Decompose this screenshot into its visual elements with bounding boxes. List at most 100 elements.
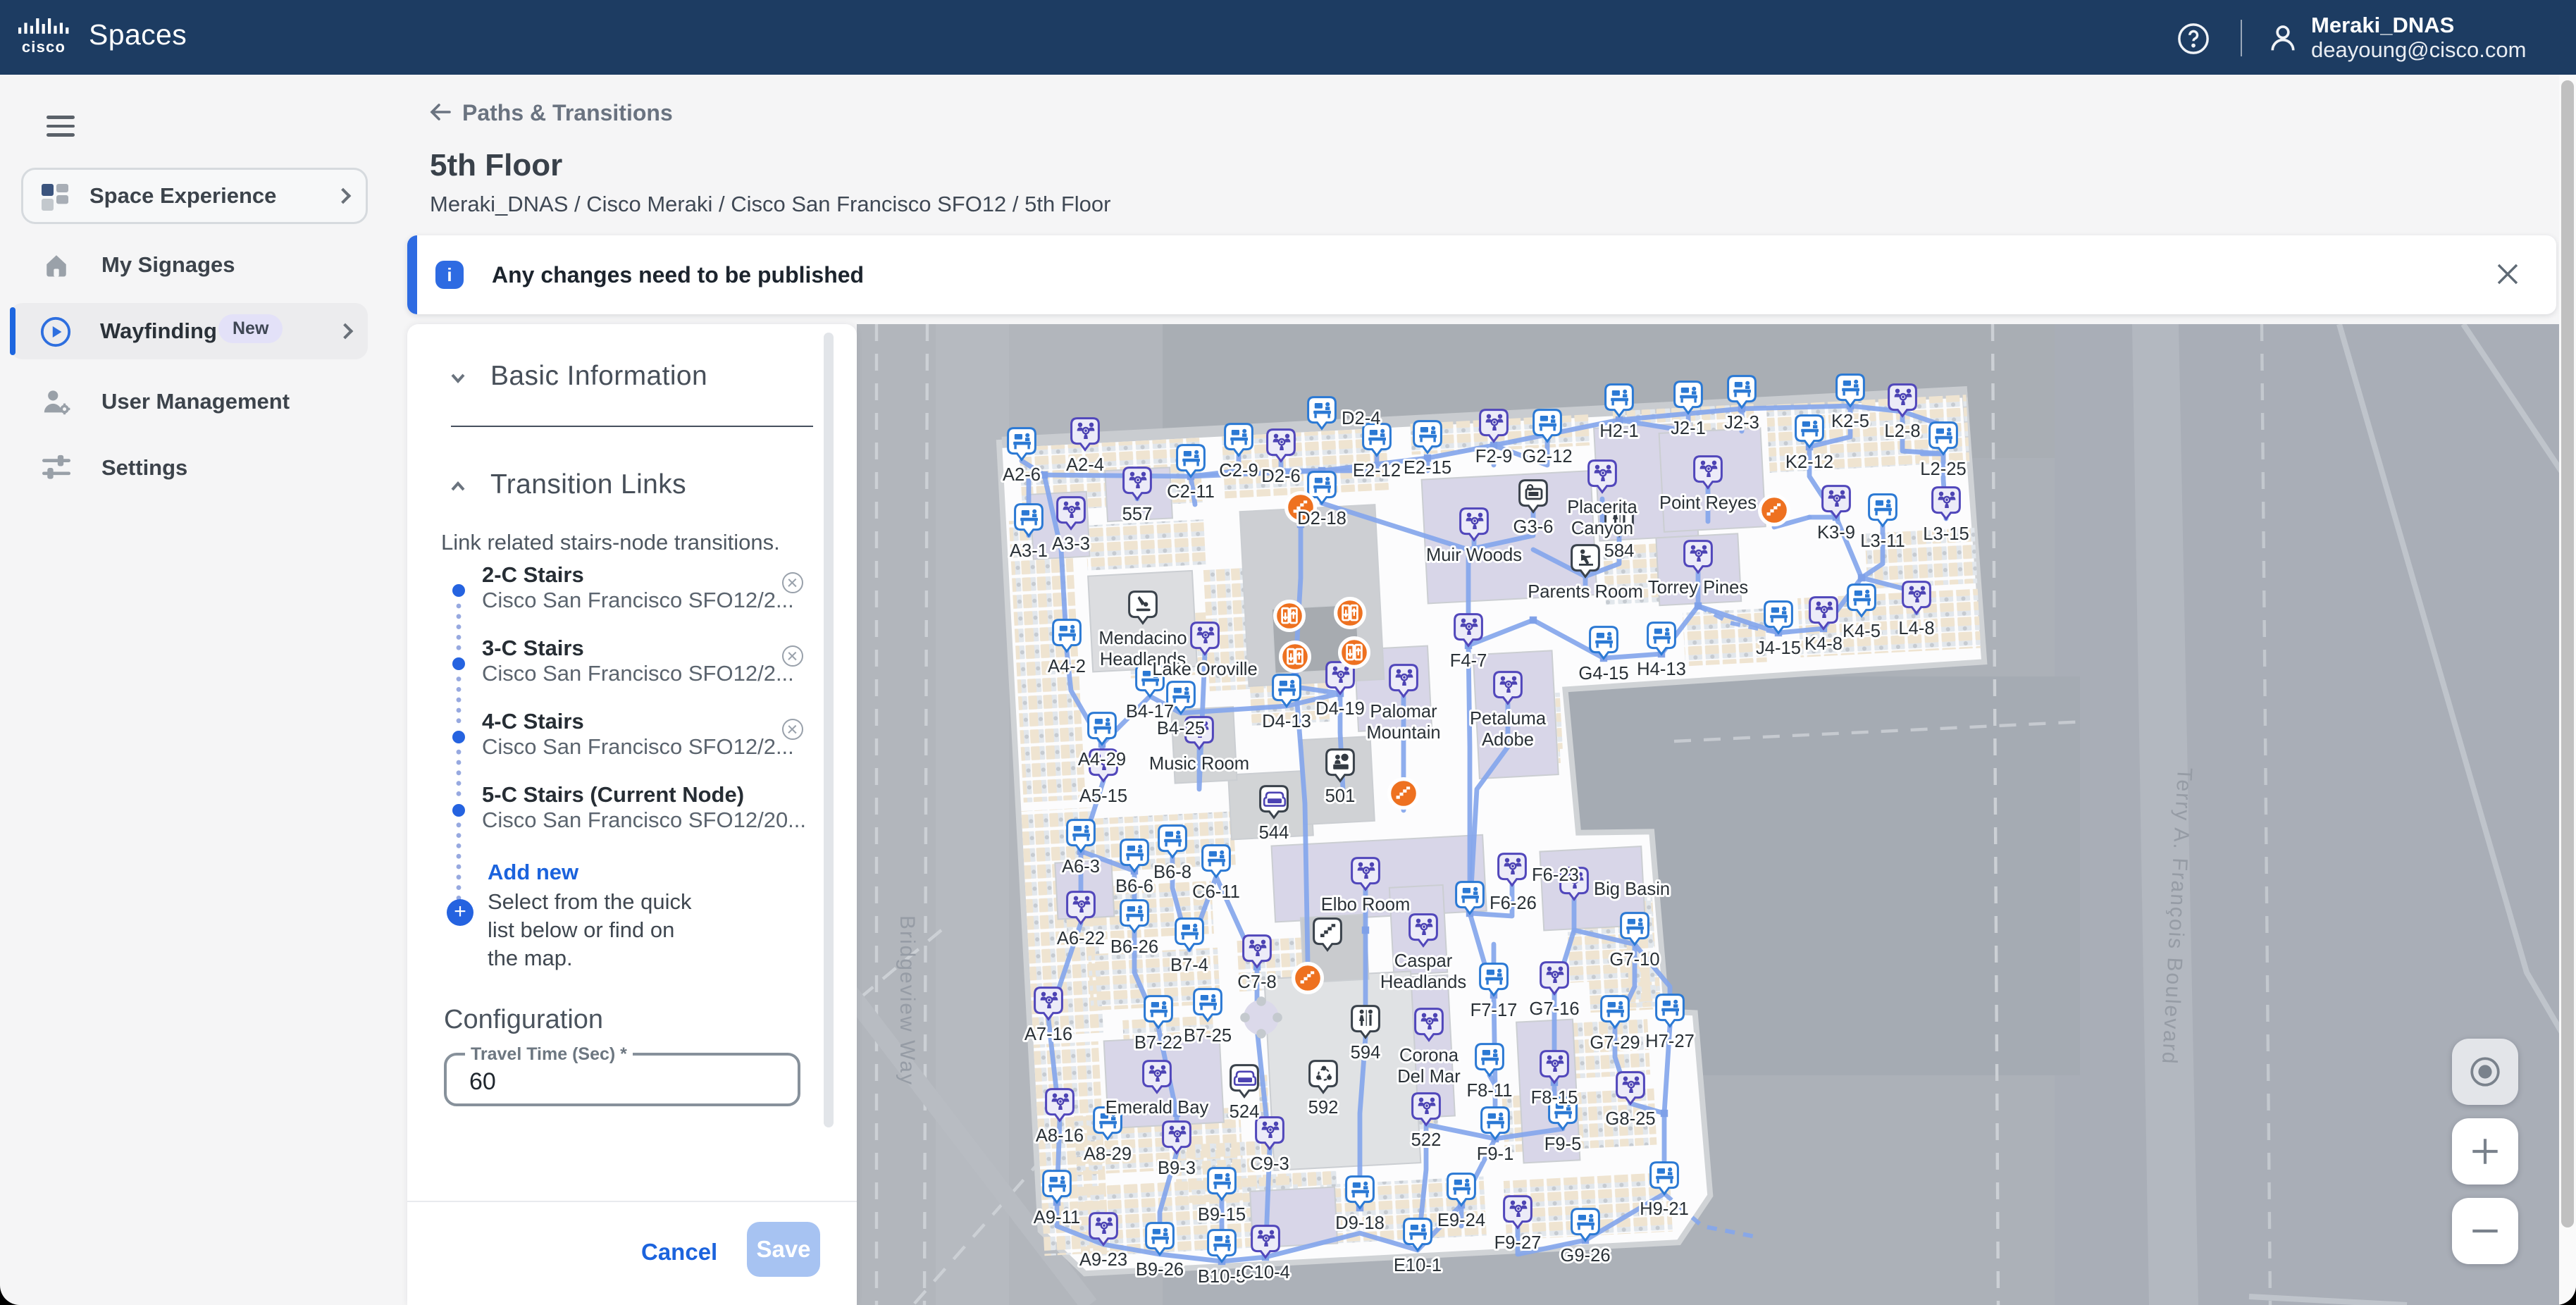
- svg-text:F6-26: F6-26: [1490, 893, 1537, 913]
- svg-text:A4-2: A4-2: [1048, 657, 1086, 676]
- svg-text:584: 584: [1604, 541, 1635, 561]
- svg-text:Big Basin: Big Basin: [1594, 879, 1670, 899]
- svg-text:C9-3: C9-3: [1250, 1154, 1289, 1174]
- svg-text:A8-16: A8-16: [1036, 1126, 1084, 1146]
- svg-text:L3-11: L3-11: [1860, 531, 1905, 551]
- svg-text:592: 592: [1308, 1098, 1339, 1118]
- svg-text:Headlands: Headlands: [1380, 972, 1466, 992]
- svg-text:Adobe: Adobe: [1482, 730, 1534, 750]
- svg-text:Elbo Room: Elbo Room: [1321, 895, 1411, 915]
- svg-text:522: 522: [1411, 1130, 1442, 1150]
- svg-text:B9-26: B9-26: [1136, 1260, 1184, 1280]
- svg-text:Muir Woods: Muir Woods: [1426, 545, 1522, 565]
- svg-text:F7-17: F7-17: [1470, 1001, 1518, 1020]
- svg-text:G7-29: G7-29: [1590, 1033, 1640, 1053]
- svg-text:A2-6: A2-6: [1003, 465, 1041, 485]
- svg-text:D2-6: D2-6: [1261, 466, 1300, 486]
- svg-text:B6-26: B6-26: [1110, 937, 1158, 957]
- svg-text:Music Room: Music Room: [1149, 754, 1249, 774]
- svg-text:G7-16: G7-16: [1529, 999, 1579, 1019]
- svg-text:Bridgeview Way: Bridgeview Way: [896, 915, 919, 1086]
- svg-text:A3-3: A3-3: [1052, 534, 1090, 554]
- svg-text:H2-1: H2-1: [1599, 421, 1638, 441]
- svg-text:Point Reyes: Point Reyes: [1659, 493, 1757, 513]
- svg-text:F8-15: F8-15: [1531, 1088, 1578, 1108]
- svg-text:G4-15: G4-15: [1578, 664, 1628, 684]
- svg-text:Parents Room: Parents Room: [1528, 582, 1643, 602]
- svg-text:C7-8: C7-8: [1237, 972, 1276, 992]
- svg-text:J2-1: J2-1: [1671, 419, 1706, 438]
- svg-text:B9-15: B9-15: [1198, 1205, 1246, 1225]
- svg-text:Mountain: Mountain: [1366, 723, 1440, 743]
- svg-text:Caspar: Caspar: [1394, 951, 1453, 971]
- svg-text:L2-8: L2-8: [1884, 421, 1920, 441]
- svg-text:524: 524: [1230, 1102, 1260, 1122]
- svg-text:G7-10: G7-10: [1609, 950, 1659, 970]
- svg-text:A3-1: A3-1: [1010, 541, 1048, 561]
- svg-text:B6-8: B6-8: [1153, 862, 1191, 882]
- svg-text:B6-6: B6-6: [1115, 877, 1153, 896]
- svg-text:A9-23: A9-23: [1079, 1250, 1127, 1270]
- svg-text:501: 501: [1325, 786, 1356, 806]
- svg-text:A7-16: A7-16: [1024, 1025, 1072, 1044]
- svg-text:D4-13: D4-13: [1262, 712, 1311, 731]
- svg-text:B4-25: B4-25: [1157, 719, 1205, 738]
- svg-text:A6-22: A6-22: [1057, 929, 1105, 948]
- svg-text:A6-3: A6-3: [1062, 857, 1100, 877]
- svg-text:Palomar: Palomar: [1370, 702, 1437, 722]
- svg-text:H9-21: H9-21: [1640, 1199, 1689, 1219]
- svg-text:544: 544: [1259, 823, 1289, 843]
- svg-text:594: 594: [1351, 1043, 1381, 1063]
- svg-text:C2-11: C2-11: [1167, 482, 1215, 502]
- svg-text:Lake Oroville: Lake Oroville: [1152, 660, 1257, 679]
- svg-text:D2-4: D2-4: [1342, 409, 1380, 428]
- svg-text:Emerald Bay: Emerald Bay: [1106, 1098, 1209, 1118]
- svg-text:K3-9: K3-9: [1817, 523, 1855, 543]
- svg-text:C10-4: C10-4: [1241, 1263, 1290, 1282]
- svg-text:L2-25: L2-25: [1920, 459, 1966, 479]
- svg-text:Placerita: Placerita: [1567, 497, 1637, 517]
- svg-text:557: 557: [1122, 505, 1153, 524]
- svg-text:F9-27: F9-27: [1494, 1233, 1542, 1253]
- svg-text:G8-25: G8-25: [1605, 1109, 1655, 1129]
- svg-text:C2-9: C2-9: [1219, 461, 1258, 481]
- svg-text:E10-1: E10-1: [1394, 1256, 1442, 1275]
- svg-text:Mendacino: Mendacino: [1098, 629, 1187, 648]
- svg-text:L4-8: L4-8: [1898, 619, 1934, 638]
- svg-text:B9-3: B9-3: [1158, 1158, 1196, 1178]
- svg-text:F9-1: F9-1: [1477, 1144, 1514, 1164]
- svg-text:A4-29: A4-29: [1078, 750, 1126, 769]
- svg-text:G3-6: G3-6: [1513, 517, 1554, 537]
- svg-text:E9-24: E9-24: [1437, 1211, 1485, 1230]
- svg-text:L3-15: L3-15: [1923, 524, 1969, 544]
- svg-text:F8-11: F8-11: [1467, 1081, 1513, 1101]
- svg-text:F9-5: F9-5: [1544, 1134, 1582, 1154]
- svg-text:E2-12: E2-12: [1353, 461, 1401, 481]
- svg-text:H7-27: H7-27: [1645, 1032, 1695, 1051]
- svg-text:J2-3: J2-3: [1724, 413, 1759, 433]
- svg-text:Canyon: Canyon: [1571, 519, 1633, 538]
- svg-text:Torrey Pines: Torrey Pines: [1648, 578, 1748, 598]
- svg-text:Corona: Corona: [1399, 1046, 1459, 1065]
- svg-text:A2-4: A2-4: [1066, 455, 1104, 475]
- svg-text:A5-15: A5-15: [1079, 786, 1127, 806]
- svg-text:C6-11: C6-11: [1192, 882, 1240, 902]
- svg-text:D2-18: D2-18: [1297, 509, 1346, 528]
- svg-text:K4-8: K4-8: [1804, 634, 1843, 654]
- svg-text:Del Mar: Del Mar: [1397, 1067, 1461, 1087]
- svg-text:G9-26: G9-26: [1560, 1246, 1610, 1266]
- svg-text:E2-15: E2-15: [1404, 458, 1451, 478]
- svg-text:F2-9: F2-9: [1475, 447, 1513, 466]
- svg-text:K2-5: K2-5: [1831, 412, 1869, 431]
- svg-text:D4-19: D4-19: [1315, 699, 1365, 719]
- svg-text:A9-11: A9-11: [1034, 1208, 1080, 1227]
- svg-text:B7-25: B7-25: [1184, 1026, 1232, 1046]
- svg-text:B7-4: B7-4: [1170, 955, 1208, 975]
- svg-text:B7-22: B7-22: [1134, 1033, 1182, 1053]
- svg-text:D9-18: D9-18: [1335, 1213, 1385, 1233]
- svg-text:K2-12: K2-12: [1785, 452, 1833, 472]
- svg-text:G2-12: G2-12: [1522, 447, 1572, 466]
- svg-text:F6-23: F6-23: [1532, 865, 1579, 885]
- svg-text:Petaluma: Petaluma: [1470, 709, 1547, 729]
- svg-text:K4-5: K4-5: [1843, 621, 1881, 641]
